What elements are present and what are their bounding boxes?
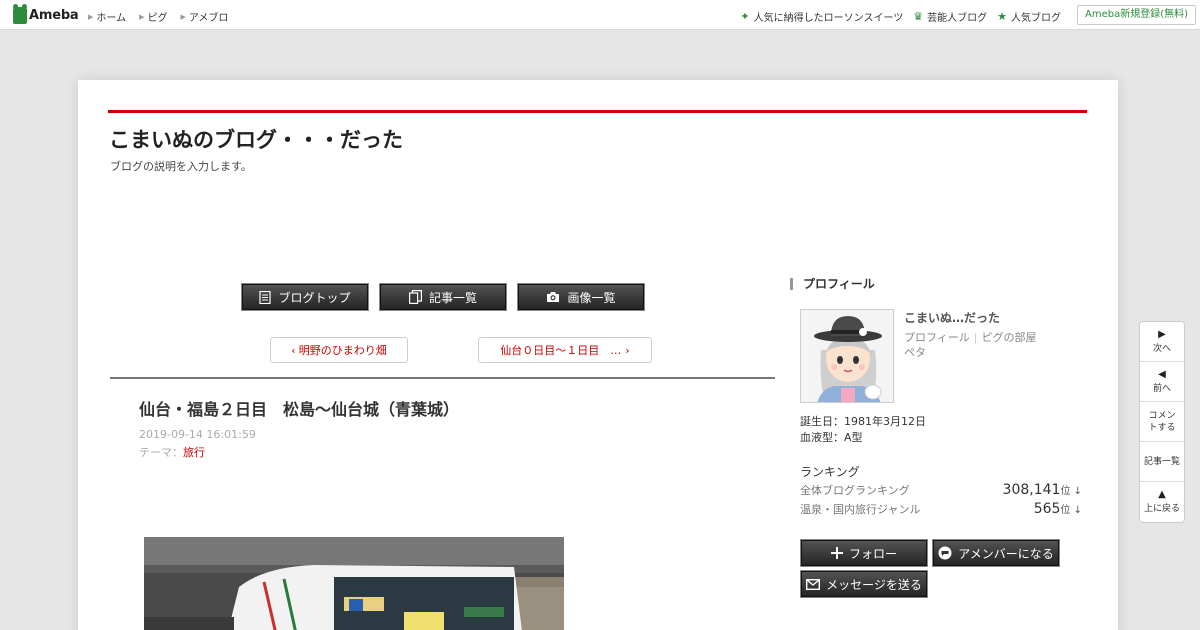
ranking-row-genre[interactable]: 温泉・国内旅行ジャンル 565位 ↓ — [800, 501, 1082, 517]
crown-icon: ♛ — [913, 10, 924, 23]
celebrity-blog-link[interactable]: ♛ 芸能人ブログ — [913, 9, 987, 24]
float-prev-button[interactable]: ◀ 前へ — [1140, 362, 1184, 402]
top-nav-pig-label: ピグ — [147, 13, 168, 24]
top-nav: ▶ ホーム ▶ ピグ ▶ アメブロ — [88, 9, 241, 25]
copy-icon — [408, 290, 422, 304]
float-top-label: 上に戻る — [1143, 504, 1180, 514]
bus-photo-image — [144, 537, 564, 630]
blog-top-label: ブログトップ — [278, 290, 351, 305]
blog-panel: こまいぬのブログ・・・だった ブログの説明を入力します。 ブログトップ 記事一覧… — [78, 80, 1118, 630]
entry-divider — [110, 377, 775, 379]
entry-date: 2019-09-14 16:01:59 — [139, 428, 256, 441]
top-nav-ameblo-label: アメブロ — [188, 13, 229, 24]
top-nav-ameblo[interactable]: ▶ アメブロ — [180, 9, 229, 25]
profile-link[interactable]: プロフィール — [904, 331, 970, 344]
entry-list-button[interactable]: 記事一覧 — [379, 283, 507, 311]
blog-title[interactable]: こまいぬのブログ・・・だった — [109, 124, 403, 154]
ranking-unit: 位 ↓ — [1060, 486, 1082, 497]
ranking-number: 565 — [1033, 501, 1061, 517]
float-comment-label: コメントする — [1148, 410, 1176, 433]
float-prev-label: 前へ — [1152, 383, 1171, 394]
camera-icon — [546, 291, 560, 303]
entry-theme-label: テーマ： — [139, 446, 183, 459]
entry-theme-link[interactable]: 旅行 — [183, 446, 205, 459]
profile-heading: プロフィール — [790, 278, 875, 290]
triangle-right-icon: ▶ — [1158, 328, 1166, 340]
sparkle-icon: ✦ — [740, 10, 750, 23]
link-separator: | — [973, 331, 978, 344]
entry-photo[interactable] — [144, 537, 564, 630]
ranking-label: 全体ブログランキング — [800, 484, 910, 497]
celebrity-blog-label: 芸能人ブログ — [927, 13, 988, 24]
message-label: メッセージを送る — [826, 577, 922, 592]
entry-title[interactable]: 仙台・福島２日目 松島～仙台城（青葉城） — [139, 396, 459, 420]
triangle-right-icon: ▶ — [88, 12, 94, 21]
header-divider — [108, 110, 1087, 113]
lawson-sweets-link[interactable]: ✦ 人気に納得したローソンスイーツ — [740, 9, 903, 24]
float-list-button[interactable]: 記事一覧 — [1140, 442, 1184, 482]
top-nav-home[interactable]: ▶ ホーム — [88, 9, 127, 25]
chevron-left-icon: ‹ — [291, 343, 296, 357]
amember-label: アメンバーになる — [958, 546, 1054, 561]
triangle-right-icon: ▶ — [180, 12, 186, 21]
follow-button[interactable]: フォロー — [800, 539, 928, 567]
floating-nav: ▶ 次へ ◀ 前へ コメントする 記事一覧 ▲ 上に戻る — [1139, 321, 1185, 523]
triangle-up-icon: ▲ — [1158, 489, 1166, 500]
register-button[interactable]: Ameba新規登録(無料) — [1077, 5, 1197, 25]
triangle-right-icon: ▶ — [139, 12, 145, 21]
profile-name[interactable]: こまいぬ…だった — [904, 309, 1000, 326]
ranking-value: 565位 ↓ — [1034, 501, 1082, 517]
prev-entry-label: 明野のひまわり畑 — [298, 344, 387, 357]
ameba-logo-text: Ameba — [29, 7, 79, 23]
profile-blood-type: 血液型：A型 — [800, 431, 863, 444]
ranking-heading: ランキング — [800, 465, 860, 479]
pig-room-link[interactable]: ピグの部屋 — [982, 331, 1037, 344]
float-next-label: 次へ — [1152, 343, 1171, 354]
ranking-row-overall[interactable]: 全体ブログランキング 308,141位 ↓ — [800, 482, 1082, 498]
document-icon — [259, 290, 272, 304]
entry-theme: テーマ：旅行 — [139, 444, 205, 460]
blog-nav-buttons: ブログトップ 記事一覧 画像一覧 — [241, 283, 655, 311]
amember-icon — [938, 546, 952, 560]
chevron-right-icon: › — [625, 343, 630, 357]
prev-entry-link[interactable]: ‹ 明野のひまわり畑 — [270, 337, 408, 363]
follow-label: フォロー — [848, 546, 897, 561]
top-nav-pig[interactable]: ▶ ピグ — [139, 9, 168, 25]
lawson-sweets-label: 人気に納得したローソンスイーツ — [753, 13, 904, 24]
float-comment-button[interactable]: コメントする — [1140, 402, 1184, 442]
image-list-label: 画像一覧 — [567, 290, 616, 305]
top-bar: Ameba ▶ ホーム ▶ ピグ ▶ アメブロ ✦ 人気に納得したローソンスイーツ ♛ 芸… — [0, 0, 1200, 30]
top-nav-home-label: ホーム — [96, 13, 127, 24]
ranking-label: 温泉・国内旅行ジャンル — [800, 503, 921, 516]
mail-icon — [806, 578, 821, 590]
image-list-button[interactable]: 画像一覧 — [517, 283, 645, 311]
profile-birthday: 誕生日：1981年3月12日 — [800, 415, 926, 428]
top-right-links: ✦ 人気に納得したローソンスイーツ ♛ 芸能人ブログ ★ 人気ブログ — [730, 9, 1061, 24]
next-entry-label: 仙台０日目～１日目 … — [500, 344, 622, 357]
ameba-logo-icon — [13, 3, 27, 24]
blog-description: ブログの説明を入力します。 — [110, 160, 252, 173]
float-top-button[interactable]: ▲ 上に戻る — [1140, 482, 1184, 522]
float-next-button[interactable]: ▶ 次へ — [1140, 322, 1184, 362]
ranking-number: 308,141 — [1002, 482, 1061, 498]
ameba-logo[interactable]: Ameba — [13, 3, 79, 24]
peta-link[interactable]: ペタ — [904, 344, 926, 360]
profile-links: プロフィール | ピグの部屋 — [904, 329, 1037, 345]
blog-top-button[interactable]: ブログトップ — [241, 283, 369, 311]
triangle-left-icon: ◀ — [1158, 368, 1166, 380]
ranking-value: 308,141位 ↓ — [1003, 482, 1082, 498]
amember-button[interactable]: アメンバーになる — [932, 539, 1060, 567]
ranking-unit: 位 ↓ — [1060, 505, 1082, 516]
next-entry-link[interactable]: 仙台０日目～１日目 … › — [478, 337, 652, 363]
avatar-image — [801, 310, 893, 402]
entry-list-label: 記事一覧 — [428, 290, 477, 305]
avatar[interactable] — [800, 309, 894, 403]
plus-icon — [830, 547, 843, 559]
popular-blog-label: 人気ブログ — [1011, 13, 1061, 24]
float-list-label: 記事一覧 — [1143, 456, 1180, 467]
message-button[interactable]: メッセージを送る — [800, 570, 928, 598]
star-icon: ★ — [997, 10, 1007, 23]
popular-blog-link[interactable]: ★ 人気ブログ — [997, 9, 1061, 24]
